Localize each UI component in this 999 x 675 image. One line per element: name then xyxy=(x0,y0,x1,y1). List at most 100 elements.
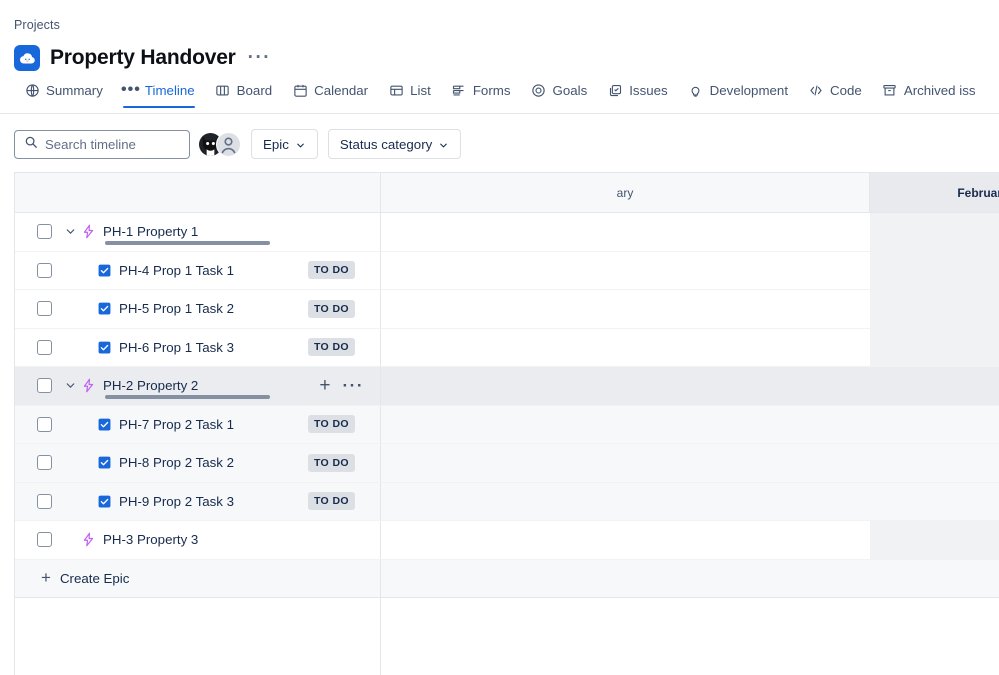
tab-goals[interactable]: Goals xyxy=(520,80,597,108)
timeline-row[interactable]: PH-8 Prop 2 Task 2 TO DO xyxy=(15,444,999,483)
tab-label: Timeline xyxy=(144,82,195,98)
globe-icon xyxy=(24,82,40,98)
avatar-group[interactable] xyxy=(198,131,241,157)
row-label[interactable]: PH-7 Prop 2 Task 1 xyxy=(119,417,234,432)
row-select-checkbox[interactable] xyxy=(37,455,52,471)
tab-forms[interactable]: Forms xyxy=(441,80,521,108)
timeline-row[interactable]: PH-7 Prop 2 Task 1 TO DO xyxy=(15,405,999,444)
tab-timeline[interactable]: ••• Timeline xyxy=(113,80,205,108)
timeline-row[interactable]: PH-1 Property 1 xyxy=(15,213,999,252)
project-title-row: Property Handover ··· xyxy=(14,45,273,71)
row-select-checkbox[interactable] xyxy=(37,301,52,317)
timeline-row[interactable]: PH-2 Property 2 + ··· xyxy=(15,367,999,406)
chevron-down-icon[interactable] xyxy=(60,225,80,238)
row-label[interactable]: PH-1 Property 1 xyxy=(103,224,198,239)
forms-icon xyxy=(451,82,467,98)
row-select-checkbox[interactable] xyxy=(37,532,52,548)
filter-epic-button[interactable]: Epic xyxy=(251,129,318,159)
timeline-row-left: PH-7 Prop 2 Task 1 TO DO xyxy=(15,405,381,443)
task-check-icon xyxy=(96,493,112,509)
status-badge[interactable]: TO DO xyxy=(307,492,355,511)
archive-box-icon xyxy=(882,82,898,98)
page-title: Property Handover xyxy=(50,46,236,69)
row-label[interactable]: PH-6 Prop 1 Task 3 xyxy=(119,340,234,355)
tab-issues[interactable]: Issues xyxy=(597,80,677,108)
timeline-row[interactable]: PH-3 Property 3 xyxy=(15,521,999,560)
epic-progress-bar xyxy=(105,394,270,399)
timeline-row-left: PH-9 Prop 2 Task 3 TO DO xyxy=(15,482,381,520)
month-label: February xyxy=(957,185,999,200)
tab-label: Archived iss xyxy=(903,82,976,98)
search-icon xyxy=(24,135,38,154)
search-input[interactable] xyxy=(45,136,180,152)
timeline-row-left: PH-1 Property 1 xyxy=(15,213,381,251)
timeline-header-left-spacer xyxy=(15,173,381,213)
row-select-checkbox[interactable] xyxy=(37,493,52,509)
task-check-icon xyxy=(96,301,112,317)
tab-label: Code xyxy=(830,82,862,98)
epic-progress-bar xyxy=(105,240,270,245)
timeline-row[interactable]: PH-6 Prop 1 Task 3 TO DO xyxy=(15,328,999,367)
tab-calendar[interactable]: Calendar xyxy=(282,80,378,108)
row-label[interactable]: PH-2 Property 2 xyxy=(103,378,198,393)
status-badge[interactable]: TO DO xyxy=(307,299,355,318)
board-columns-icon xyxy=(215,82,231,98)
breadcrumb[interactable]: Projects xyxy=(14,18,60,32)
timeline-row-left: PH-4 Prop 1 Task 1 TO DO xyxy=(15,251,381,289)
target-icon xyxy=(530,82,546,98)
row-label[interactable]: PH-4 Prop 1 Task 1 xyxy=(119,263,234,278)
timeline-row-left: PH-5 Prop 1 Task 2 TO DO xyxy=(15,290,381,328)
create-epic-button[interactable]: + Create Epic xyxy=(15,559,381,597)
tab-summary[interactable]: Summary xyxy=(14,80,113,108)
filter-status-category-button[interactable]: Status category xyxy=(327,129,462,159)
create-epic-row[interactable]: + Create Epic xyxy=(15,559,999,598)
status-badge[interactable]: TO DO xyxy=(307,338,355,357)
tab-development[interactable]: Development xyxy=(678,80,798,108)
tabs-divider xyxy=(0,113,999,114)
tab-archived-issues[interactable]: Archived iss xyxy=(872,80,986,108)
task-check-icon xyxy=(96,455,112,471)
status-badge[interactable]: TO DO xyxy=(307,453,355,472)
epic-lightning-icon xyxy=(80,224,96,240)
chevron-down-icon xyxy=(295,139,306,150)
add-child-issue-button[interactable]: + xyxy=(319,376,330,395)
project-more-actions-button[interactable]: ··· xyxy=(246,48,273,67)
chevron-down-icon[interactable] xyxy=(60,379,80,392)
epic-lightning-icon xyxy=(80,532,96,548)
row-select-checkbox[interactable] xyxy=(37,416,52,432)
timeline-row[interactable]: PH-5 Prop 1 Task 2 TO DO xyxy=(15,290,999,329)
project-tabs: Summary ••• Timeline Board Calendar List… xyxy=(14,80,999,114)
row-select-checkbox[interactable] xyxy=(37,378,52,394)
status-badge[interactable]: TO DO xyxy=(307,415,355,434)
row-select-checkbox[interactable] xyxy=(37,224,52,240)
tab-code[interactable]: Code xyxy=(798,80,872,108)
filter-label: Status category xyxy=(339,136,433,152)
filter-label: Epic xyxy=(263,136,289,152)
code-brackets-icon xyxy=(808,82,824,98)
row-more-actions-button[interactable]: ··· xyxy=(343,377,364,394)
timeline-row-left: PH-3 Property 3 xyxy=(15,521,381,559)
tab-board[interactable]: Board xyxy=(205,80,282,108)
tab-label: Board xyxy=(236,82,273,98)
row-label[interactable]: PH-9 Prop 2 Task 3 xyxy=(119,494,234,509)
issues-icon xyxy=(607,82,623,98)
row-label[interactable]: PH-5 Prop 1 Task 2 xyxy=(119,301,234,316)
task-check-icon xyxy=(96,262,112,278)
cloud-icon xyxy=(14,45,40,71)
tab-list[interactable]: List xyxy=(378,80,441,108)
timeline-row[interactable]: PH-9 Prop 2 Task 3 TO DO xyxy=(15,482,999,521)
status-badge[interactable]: TO DO xyxy=(307,261,355,280)
avatar-placeholder[interactable] xyxy=(216,131,241,157)
timeline-body: PH-1 Property 1 PH-4 Prop 1 Task 1 TO DO PH… xyxy=(15,213,999,675)
timeline-row[interactable]: PH-4 Prop 1 Task 1 TO DO xyxy=(15,251,999,290)
tab-label: Summary xyxy=(46,82,103,98)
row-label[interactable]: PH-3 Property 3 xyxy=(103,532,198,547)
row-select-checkbox[interactable] xyxy=(37,262,52,278)
list-grid-icon xyxy=(388,82,404,98)
timeline-row-left: PH-8 Prop 2 Task 2 TO DO xyxy=(15,444,381,482)
row-label[interactable]: PH-8 Prop 2 Task 2 xyxy=(119,455,234,470)
row-select-checkbox[interactable] xyxy=(37,339,52,355)
tab-label: Forms xyxy=(472,82,511,98)
tab-label: List xyxy=(410,82,431,98)
search-timeline-box[interactable] xyxy=(14,129,190,159)
